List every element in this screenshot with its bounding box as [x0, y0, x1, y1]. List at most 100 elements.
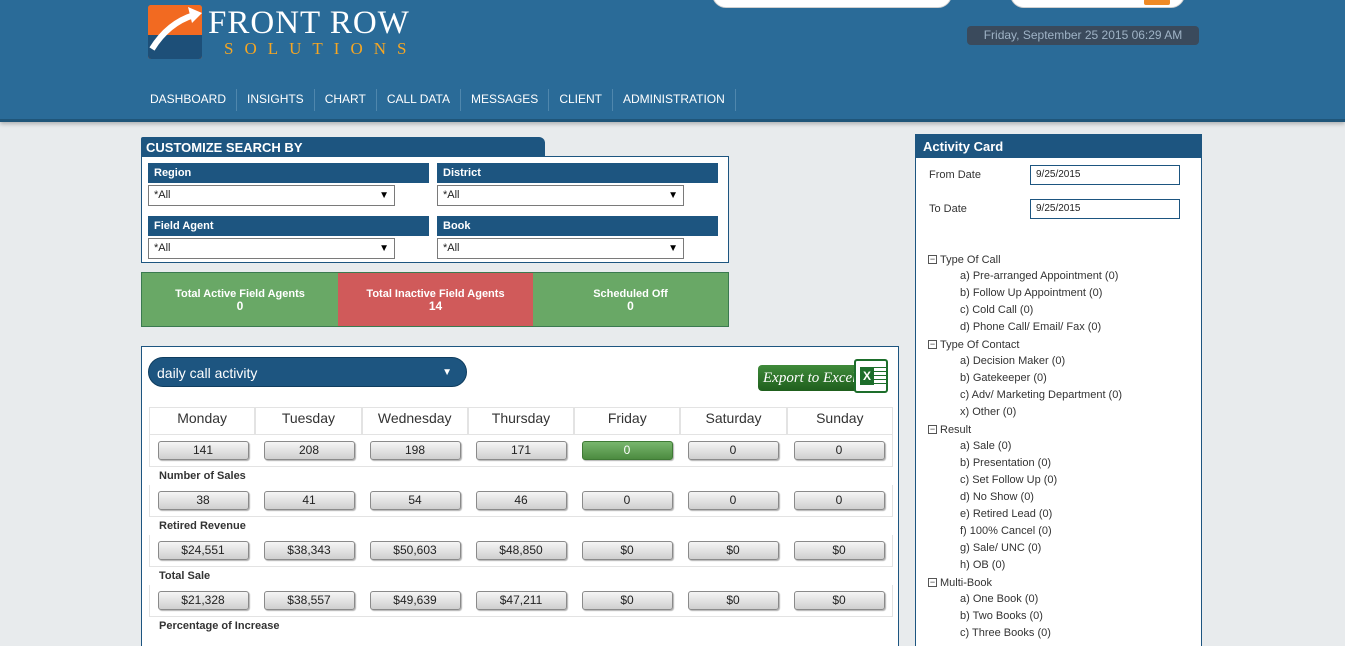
export-to-excel-button[interactable]: Export to Excel X — [758, 359, 890, 393]
book-select[interactable]: *All ▼ — [437, 238, 684, 259]
calls-value-button[interactable]: 208 — [263, 441, 355, 460]
sales-value-button[interactable]: 0 — [793, 491, 885, 510]
nav-chart[interactable]: CHART — [315, 89, 377, 111]
agent-status-bar: Total Active Field Agents 0 Total Inacti… — [141, 272, 729, 327]
nav-call-data[interactable]: CALL DATA — [377, 89, 461, 111]
from-date-input[interactable]: 9/25/2015 — [1030, 165, 1180, 185]
sales-value-button[interactable]: 46 — [475, 491, 567, 510]
retired-revenue-button[interactable]: $38,343 — [263, 541, 355, 560]
day-header: Friday — [574, 407, 681, 435]
tree-item[interactable]: h) OB (0) — [928, 557, 1122, 574]
book-label: Book — [437, 216, 718, 236]
collapse-icon[interactable]: − — [928, 578, 937, 587]
sales-value-button[interactable]: 0 — [581, 491, 673, 510]
nav-messages[interactable]: MESSAGES — [461, 89, 550, 111]
total-sale-button[interactable]: $38,557 — [263, 591, 355, 610]
tree-item[interactable]: d) No Show (0) — [928, 489, 1122, 506]
day-header: Thursday — [467, 407, 575, 435]
tree-item[interactable]: b) Follow Up Appointment (0) — [928, 285, 1122, 302]
tree-group[interactable]: − Type Of Contact — [928, 336, 1122, 353]
tree-item[interactable]: x) Other (0) — [928, 404, 1122, 421]
sales-value-button[interactable]: 54 — [369, 491, 461, 510]
tree-item[interactable]: a) One Book (0) — [928, 591, 1122, 608]
retired-revenue-button[interactable]: $48,850 — [475, 541, 567, 560]
retired-revenue-row: $24,551 $38,343 $50,603 $48,850 $0 $0 $0 — [149, 535, 893, 567]
collapse-icon[interactable]: − — [928, 255, 937, 264]
tree-group[interactable]: − Type Of Call — [928, 251, 1122, 268]
tree-item[interactable]: c) Set Follow Up (0) — [928, 472, 1122, 489]
calls-value-button[interactable]: 198 — [369, 441, 461, 460]
retired-revenue-button[interactable]: $50,603 — [369, 541, 461, 560]
sales-row: 38 41 54 46 0 0 0 — [149, 485, 893, 517]
total-sale-button[interactable]: $0 — [793, 591, 885, 610]
percentage-increase-label: Percentage of Increase — [159, 620, 280, 632]
tree-item[interactable]: a) Decision Maker (0) — [928, 353, 1122, 370]
calls-value-button[interactable]: 0 — [687, 441, 779, 460]
dropdown-arrow-icon: ▼ — [442, 367, 452, 378]
dropdown-arrow-icon: ▼ — [379, 190, 389, 201]
field-agent-label: Field Agent — [148, 216, 429, 236]
export-label: Export to Excel — [758, 365, 858, 391]
district-select[interactable]: *All ▼ — [437, 185, 684, 206]
retired-revenue-button[interactable]: $24,551 — [157, 541, 249, 560]
tree-item[interactable]: a) Sale (0) — [928, 438, 1122, 455]
tree-item[interactable]: e) Retired Lead (0) — [928, 506, 1122, 523]
sales-value-button[interactable]: 38 — [157, 491, 249, 510]
main-nav: DASHBOARD INSIGHTS CHART CALL DATA MESSA… — [140, 89, 736, 111]
tree-group[interactable]: − Multi-Book — [928, 574, 1122, 591]
calls-value-button[interactable]: 171 — [475, 441, 567, 460]
total-sale-button[interactable]: $49,639 — [369, 591, 461, 610]
nav-insights[interactable]: INSIGHTS — [237, 89, 315, 111]
activity-type-dropdown[interactable]: daily call activity ▼ — [148, 357, 467, 387]
total-sale-row: $21,328 $38,557 $49,639 $47,211 $0 $0 $0 — [149, 585, 893, 617]
tree-item[interactable]: f) 100% Cancel (0) — [928, 523, 1122, 540]
calls-value-button-today[interactable]: 0 — [581, 441, 673, 460]
daily-activity-grid: Monday Tuesday Wednesday Thursday Friday… — [149, 407, 893, 635]
retired-revenue-button[interactable]: $0 — [793, 541, 885, 560]
top-user-widget[interactable] — [1010, 0, 1185, 8]
total-sale-button[interactable]: $0 — [687, 591, 779, 610]
district-label: District — [437, 163, 718, 183]
total-sale-button[interactable]: $21,328 — [157, 591, 249, 610]
tree-item[interactable]: g) Sale/ UNC (0) — [928, 540, 1122, 557]
book-select-value: *All — [443, 242, 460, 254]
tree-item[interactable]: d) Phone Call/ Email/ Fax (0) — [928, 319, 1122, 336]
calls-value-button[interactable]: 0 — [793, 441, 885, 460]
sales-value-button[interactable]: 41 — [263, 491, 355, 510]
total-sale-label: Total Sale — [159, 570, 211, 582]
tree-item[interactable]: b) Gatekeeper (0) — [928, 370, 1122, 387]
tree-item[interactable]: b) Two Books (0) — [928, 608, 1122, 625]
total-sale-button[interactable]: $0 — [581, 591, 673, 610]
calls-value-button[interactable]: 141 — [157, 441, 249, 460]
collapse-icon[interactable]: − — [928, 425, 937, 434]
number-of-sales-label: Number of Sales — [159, 470, 246, 482]
brand-sub: SOLUTIONS — [224, 39, 418, 58]
region-select[interactable]: *All ▼ — [148, 185, 395, 206]
status-value: 14 — [428, 298, 443, 313]
logo-arrow-icon — [148, 5, 202, 59]
retired-revenue-button[interactable]: $0 — [687, 541, 779, 560]
tree-item[interactable]: c) Cold Call (0) — [928, 302, 1122, 319]
total-sale-button[interactable]: $47,211 — [475, 591, 567, 610]
to-date-label: To Date — [929, 203, 967, 215]
retired-revenue-button[interactable]: $0 — [581, 541, 673, 560]
collapse-icon[interactable]: − — [928, 340, 937, 349]
top-search-widget[interactable] — [712, 0, 952, 8]
logo[interactable]: FRONT ROW SOLUTIONS — [148, 5, 448, 61]
tree-item[interactable]: c) Adv/ Marketing Department (0) — [928, 387, 1122, 404]
field-agent-select[interactable]: *All ▼ — [148, 238, 395, 259]
activity-card: Activity Card From Date 9/25/2015 To Dat… — [915, 134, 1202, 646]
nav-dashboard[interactable]: DASHBOARD — [140, 89, 238, 111]
nav-administration[interactable]: ADMINISTRATION — [613, 89, 736, 111]
tree-group-label: Multi-Book — [940, 576, 992, 589]
tree-item[interactable]: c) Three Books (0) — [928, 625, 1122, 642]
status-value: 0 — [627, 298, 634, 313]
tree-item[interactable]: b) Presentation (0) — [928, 455, 1122, 472]
nav-client[interactable]: CLIENT — [549, 89, 613, 111]
search-panel: Region *All ▼ District *All ▼ Field Agen… — [141, 156, 729, 263]
status-value: 0 — [236, 298, 244, 313]
tree-item[interactable]: a) Pre-arranged Appointment (0) — [928, 268, 1122, 285]
tree-group[interactable]: − Result — [928, 421, 1122, 438]
to-date-input[interactable]: 9/25/2015 — [1030, 199, 1180, 219]
sales-value-button[interactable]: 0 — [687, 491, 779, 510]
